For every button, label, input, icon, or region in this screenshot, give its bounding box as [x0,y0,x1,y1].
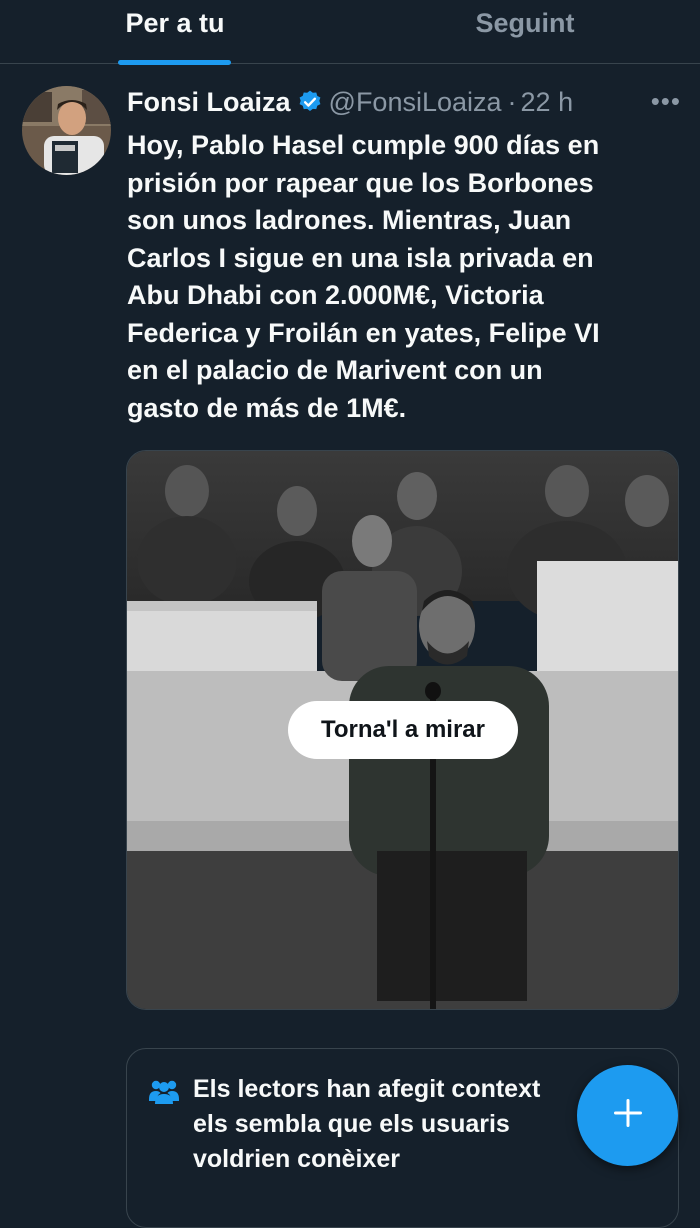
author-handle[interactable]: @FonsiLoaiza [329,87,502,118]
community-note-line: voldrien conèixer [193,1145,401,1173]
tweet-header: Fonsi Loaiza @FonsiLoaiza · 22 h ••• [127,82,687,122]
active-tab-indicator [118,60,231,65]
tab-seguint-label: Seguint [475,8,575,38]
tweet-text-line: gasto de más de 1M€. [127,392,407,423]
author-avatar[interactable] [22,86,111,175]
tab-per-a-tu[interactable]: Per a tu [0,0,350,65]
tweet-video[interactable]: Torna'l a mirar [126,450,679,1010]
author-name[interactable]: Fonsi Loaiza [127,87,291,118]
more-options-icon[interactable]: ••• [651,86,681,116]
tweet-text-line: Carlos I sigue en una isla privada en [127,242,594,273]
verified-badge-icon [297,89,323,115]
tab-per-a-tu-label: Per a tu [125,8,225,38]
header-separator: · [507,86,517,117]
tweet-text: Hoy, Pablo Hasel cumple 900 días en pris… [127,127,687,427]
replay-button[interactable]: Torna'l a mirar [288,701,518,759]
avatar-image [22,86,111,175]
compose-button[interactable] [577,1065,678,1166]
people-icon [147,1077,181,1105]
tweet-timestamp[interactable]: 22 h [521,87,574,118]
tweet-text-line: Federica y Froilán en yates, Felipe VI [127,317,600,348]
tab-seguint[interactable]: Seguint [350,0,700,64]
tweet-text-line: Hoy, Pablo Hasel cumple 900 días en [127,130,600,160]
tweet-text-line: son unos ladrones. Mientras, Juan [127,205,572,235]
timeline-tabs: Per a tu Seguint [0,0,700,65]
tweet-text-line: en el palacio de Marivent con un [127,355,543,385]
plus-icon [612,1097,644,1134]
tweet-text-line: prisión por rapear que los Borbones [127,167,594,198]
tweet-text-line: Abu Dhabi con 2.000M€, Victoria [127,280,544,310]
